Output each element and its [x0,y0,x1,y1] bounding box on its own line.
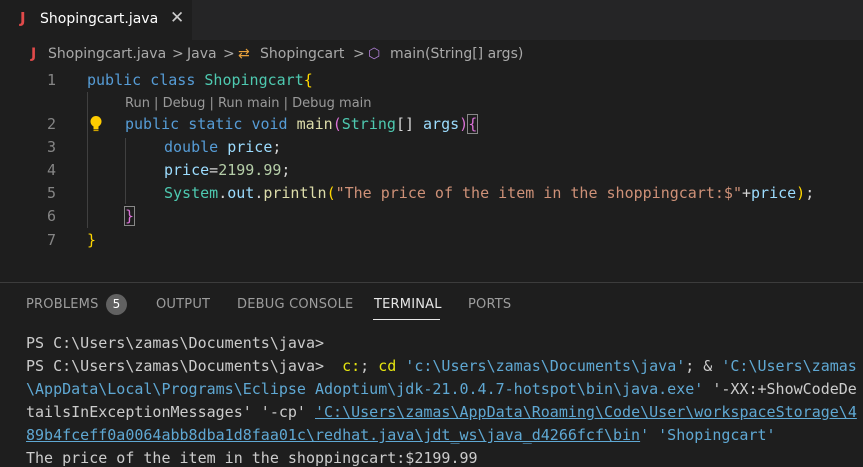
code-line-5: System.out.println("The price of the ite… [164,184,815,202]
terminal-line: 89b4fceff0a0064abb8dba1d8faa01c\redhat.j… [26,426,776,444]
terminal-path-link[interactable]: 89b4fceff0a0064abb8dba1d8faa01c\redhat.j… [26,426,640,444]
chevron-right-icon: > [353,46,365,62]
terminal-line: \AppData\Local\Programs\Eclipse Adoptium… [26,380,857,398]
tab-terminal[interactable]: TERMINAL [374,297,442,312]
indent-guide [87,92,88,228]
tab-title[interactable]: Shopingcart.java [40,11,158,27]
codelens-run-debug[interactable]: Run | Debug | Run main | Debug main [125,96,372,111]
code-editor[interactable]: 1 2 3 4 5 6 7 public class Shopingcart{ … [0,68,863,274]
breadcrumb-class[interactable]: Shopingcart [260,46,344,62]
tab-problems[interactable]: PROBLEMS [26,297,99,312]
class-symbol-icon: ⇄ [238,46,250,62]
method-symbol-icon: ⬡ [368,46,381,62]
breadcrumb-folder[interactable]: Java [187,46,217,62]
code-line-1: public class Shopingcart{ [87,71,313,89]
terminal-line: tailsInExceptionMessages' '-cp' 'C:\User… [26,403,857,421]
chevron-right-icon: > [223,46,235,62]
line-number: 1 [46,71,56,89]
indent-guide [125,138,126,204]
code-line-6: } [123,206,136,226]
line-number: 3 [46,138,56,156]
line-number: 4 [46,161,56,179]
terminal-path-link[interactable]: 'C:\Users\zamas\AppData\Roaming\Code\Use… [315,403,857,421]
problems-count-badge: 5 [106,294,127,315]
breadcrumb-method[interactable]: main(String[] args) [390,46,523,62]
active-tab-indicator [373,319,440,320]
java-file-icon: J [20,9,26,27]
tab-ports[interactable]: PORTS [468,297,511,312]
java-file-icon: J [31,46,37,62]
code-line-4: price=2199.99; [164,161,291,179]
breadcrumb-file[interactable]: Shopingcart.java [48,46,166,62]
code-line-3: double price; [164,138,282,156]
line-number: 2 [46,115,56,133]
terminal-output: The price of the item in the shoppingcar… [26,449,478,467]
line-number: 5 [46,184,56,202]
code-line-2: public static void main(String[] args){ [125,114,479,134]
tab-debug-console[interactable]: DEBUG CONSOLE [237,297,353,312]
line-number: 6 [46,207,56,225]
chevron-right-icon: > [172,46,184,62]
close-icon[interactable]: ✕ [170,8,184,28]
tab-output[interactable]: OUTPUT [156,297,210,312]
code-line-7: } [87,231,97,249]
bottom-panel: PROBLEMS 5 OUTPUT DEBUG CONSOLE TERMINAL… [0,282,863,467]
line-number: 7 [46,231,56,249]
terminal-line: PS C:\Users\zamas\Documents\java> c:; cd… [26,357,857,375]
breadcrumb: J Shopingcart.java > Java > ⇄ Shopingcar… [0,46,863,68]
terminal-line: PS C:\Users\zamas\Documents\java> [26,334,325,352]
lightbulb-icon[interactable] [89,115,103,133]
